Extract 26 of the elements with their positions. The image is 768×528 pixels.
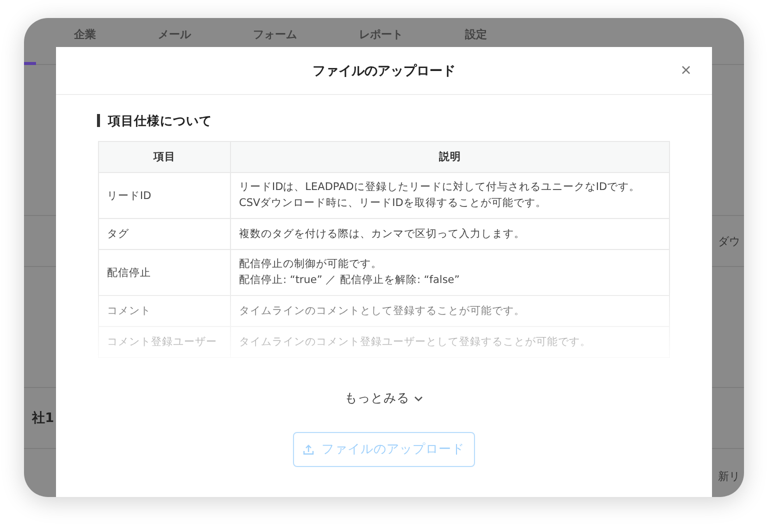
nav-tab[interactable]: メール <box>158 28 191 42</box>
company-name: 社1 <box>32 410 54 427</box>
section-title: 項目仕様について <box>97 114 670 127</box>
chevron-down-icon <box>414 396 422 402</box>
show-more-link[interactable]: もっとみる <box>344 390 422 407</box>
upload-icon <box>302 444 314 455</box>
nav-tab[interactable]: 設定 <box>465 28 487 42</box>
table-cell: 配信停止 <box>98 250 230 296</box>
table-cell: 複数のタグを付ける際は、カンマで区切って入力します。 <box>230 218 670 250</box>
table-cell: タイムラインのコメント登録ユーザーとして登録することが可能です。 <box>230 326 670 358</box>
table-cell: コメント登録ユーザー <box>98 326 230 358</box>
table-cell: 配信停止の制御が可能です。 配信停止: “true” ／ 配信停止を解除: “false” <box>230 250 670 296</box>
table-cell: リードID <box>98 172 230 218</box>
modal-title: ファイルのアップロード <box>312 62 456 80</box>
nav-tab[interactable]: 企業 <box>74 28 96 42</box>
nav-tab[interactable]: フォーム <box>253 28 297 42</box>
table-cell: コメント <box>98 296 230 326</box>
column-header: 項目 <box>98 142 230 172</box>
table-cell: タイムラインのコメントとして登録することが可能です。 <box>230 296 670 326</box>
column-header: 説明 <box>230 142 670 172</box>
table-cell: リードIDは、LEADPADに登録したリードに対して付与されるユニークなIDです。 CSVダウンロード時に、リードIDを取得することが可能です。 <box>230 172 670 218</box>
table-cell: タグ <box>98 218 230 250</box>
new-lead-text: 新リ <box>718 469 740 484</box>
close-button[interactable]: × <box>676 60 696 80</box>
download-button[interactable]: ダウ <box>718 234 740 248</box>
nav-tab[interactable]: レポート <box>359 28 403 42</box>
